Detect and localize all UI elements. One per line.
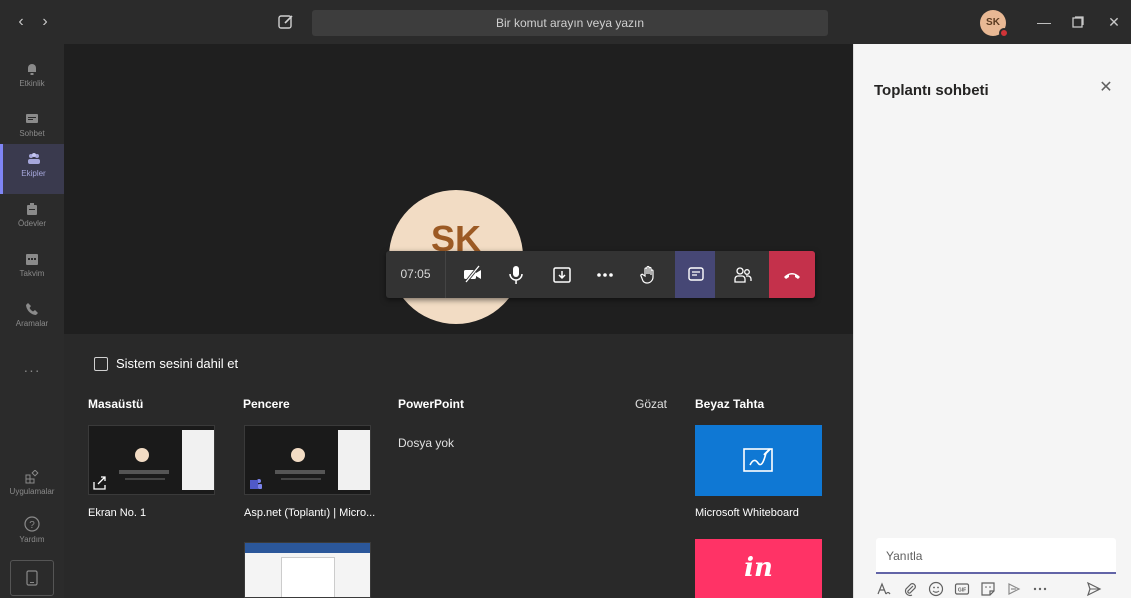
rail-label: Uygulamalar [9,487,55,496]
device-settings-button[interactable] [10,560,54,596]
bell-icon [28,64,36,75]
user-initials: SK [986,17,1000,28]
window-item-label: Asp.net (Toplantı) | Micro... [244,507,376,519]
calendar-icon [26,254,38,265]
close-window-icon[interactable]: ✕ [1104,12,1124,32]
raise-hand-button[interactable] [628,251,668,298]
apps-icon [25,470,39,484]
whiteboard-item-label: Microsoft Whiteboard [695,507,799,519]
forward-chevron-right-icon[interactable]: › [36,12,54,32]
call-timer: 07:05 [386,251,446,298]
sticker-icon[interactable] [980,581,996,597]
ellipsis-icon [597,273,613,277]
invision-logo: in [744,553,773,583]
attach-icon[interactable] [902,581,918,597]
desktop-item-label: Ekran No. 1 [88,507,147,519]
rail-label: Ekipler [21,169,46,178]
chat-bubble-icon [688,267,704,281]
title-bar: ‹ › Bir komut arayın veya yazın SK — ✕ [0,0,1131,44]
rail-label: Sohbet [19,129,45,138]
meeting-chat-panel: Toplantı sohbeti ✕ Yanıtla GIF [853,44,1131,598]
gif-icon[interactable]: GIF [954,581,970,597]
user-avatar[interactable]: SK [980,10,1009,38]
system-audio-checkbox[interactable] [94,357,108,371]
format-icon[interactable] [876,581,892,597]
window-thumbnail[interactable] [244,425,371,495]
rail-item-calls[interactable]: Aramalar [0,294,64,344]
microphone-button[interactable] [496,251,536,298]
teams-icon [27,153,40,164]
teams-app-icon [250,479,262,489]
browse-button[interactable]: Gözat [635,397,667,411]
rail-item-assignments[interactable]: Ödevler [0,194,64,244]
rail-item-help[interactable]: ? Yardım [0,508,64,558]
command-search-input[interactable]: Bir komut arayın veya yazın [312,10,828,36]
invision-tile[interactable]: in [695,539,822,598]
rail-label: Ödevler [17,219,46,228]
microsoft-whiteboard-tile[interactable] [695,425,822,496]
rail-label: Takvim [19,269,45,278]
show-participants-button[interactable] [722,251,762,298]
whiteboard-column-heading: Beyaz Tahta [695,397,765,411]
chat-panel-title: Toplantı sohbeti [874,82,989,99]
whiteboard-icon [743,448,773,472]
compose-toolbar: GIF [876,581,1116,597]
share-screen-button[interactable] [541,251,581,298]
system-audio-label: Sistem sesini dahil et [116,356,239,371]
powerpoint-column-heading: PowerPoint [398,397,465,411]
rail-label: Etkinlik [19,79,45,88]
chat-icon [26,114,38,123]
busy-status-dot [999,28,1009,38]
window-column-heading: Pencere [243,397,290,411]
call-controls-bar: 07:05 [386,251,815,298]
svg-text:?: ? [29,520,35,531]
reply-placeholder: Yanıtla [886,549,923,563]
more-actions-button[interactable] [584,251,624,298]
show-conversation-button[interactable] [675,251,715,298]
rail-item-activity[interactable]: Etkinlik [0,54,64,104]
phone-icon [26,303,38,315]
camera-off-button[interactable] [452,251,492,298]
back-chevron-left-icon[interactable]: ‹ [12,12,30,32]
hang-up-phone-icon [784,273,800,279]
rail-label: Aramalar [15,319,49,328]
mobile-device-icon [26,570,38,586]
rail-item-calendar[interactable]: Takvim [0,244,64,294]
app-rail: Etkinlik Sohbet Ekipler Ödevler Takvim A… [0,44,64,598]
screen-share-icon [93,476,106,490]
emoji-icon[interactable] [928,581,944,597]
meet-now-icon[interactable] [1006,581,1022,597]
more-apps-ellipsis-icon[interactable]: ··· [0,362,64,378]
word-window-thumbnail[interactable] [244,542,371,598]
rail-label: Yardım [19,535,45,544]
new-chat-compose-icon[interactable] [277,13,295,31]
maximize-icon[interactable] [1068,12,1088,32]
raise-hand-icon [640,265,654,284]
desktop-column-heading: Masaüstü [88,397,144,411]
camera-off-icon [464,265,481,283]
assignments-icon [27,203,37,215]
minimize-icon[interactable]: — [1034,12,1054,32]
svg-text:GIF: GIF [958,588,966,594]
share-tray-icon [553,267,571,283]
rail-item-teams[interactable]: Ekipler [0,144,64,194]
participants-icon [734,267,752,283]
send-icon[interactable] [1086,581,1102,597]
reply-input[interactable]: Yanıtla [876,538,1116,574]
desktop-screen-thumbnail[interactable] [88,425,215,495]
powerpoint-empty-text: Dosya yok [398,436,455,450]
hang-up-button[interactable] [769,251,815,298]
close-chat-icon[interactable]: ✕ [1098,80,1114,96]
help-icon: ? [24,516,40,532]
rail-item-apps[interactable]: Uygulamalar [0,462,64,512]
more-options-ellipsis-icon[interactable] [1032,581,1048,597]
share-tray: Sistem sesini dahil et Masaüstü Pencere … [64,334,853,598]
microphone-icon [509,266,523,284]
